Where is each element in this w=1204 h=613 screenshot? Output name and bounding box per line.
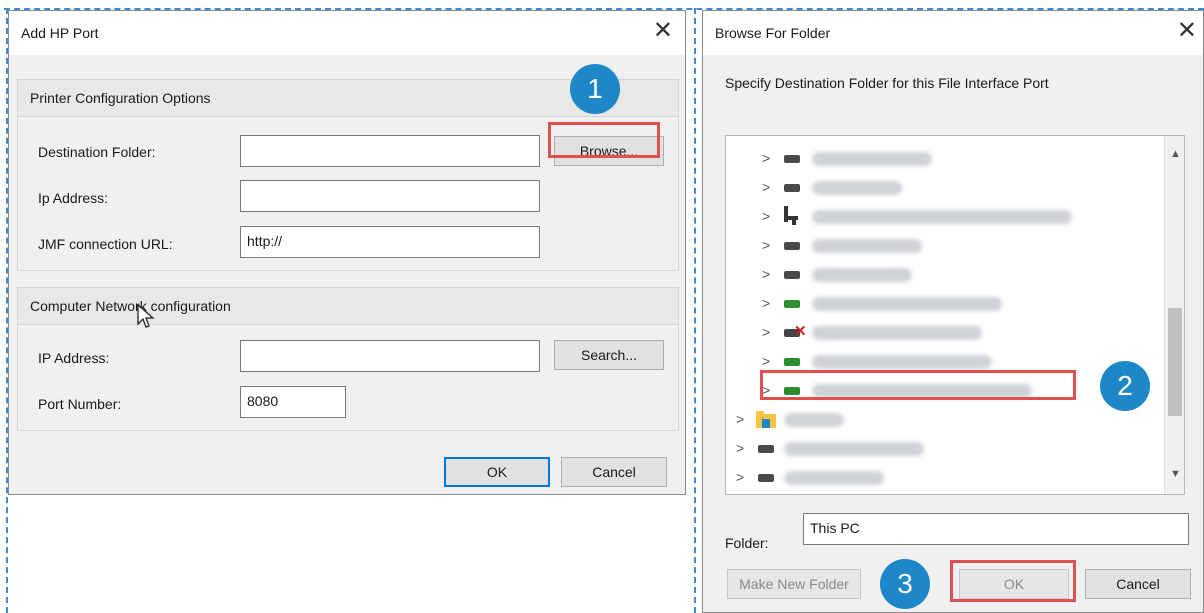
- drive-icon: [784, 271, 800, 279]
- tree-item[interactable]: >: [726, 206, 1146, 228]
- titlebar: Add HP Port ✕: [9, 11, 685, 55]
- chevron-right-icon[interactable]: >: [762, 295, 770, 311]
- make-new-folder-button[interactable]: Make New Folder: [727, 569, 861, 599]
- search-button[interactable]: Search...: [554, 340, 664, 370]
- instruction-text: Specify Destination Folder for this File…: [725, 75, 1049, 91]
- destination-folder-label: Destination Folder:: [38, 144, 156, 160]
- destination-folder-input[interactable]: [240, 135, 540, 167]
- dialog-title: Browse For Folder: [715, 25, 831, 41]
- blurred-label: [784, 471, 884, 485]
- tree-item[interactable]: >: [726, 438, 1146, 460]
- drive-icon: [758, 474, 774, 482]
- blurred-label: [784, 442, 924, 456]
- ip-address-input[interactable]: [240, 180, 540, 212]
- dashed-guide-middle: [694, 8, 696, 613]
- blurred-label: [812, 355, 992, 369]
- port-number-input[interactable]: 8080: [240, 386, 346, 418]
- tree-item[interactable]: >: [726, 148, 1146, 170]
- chevron-right-icon[interactable]: >: [736, 469, 744, 485]
- tree-item[interactable]: >: [726, 293, 1146, 315]
- dialog-title: Add HP Port: [21, 25, 99, 41]
- selected-folder-highlight: [760, 370, 1076, 400]
- step-badge-3: 3: [880, 559, 930, 609]
- cancel-button[interactable]: Cancel: [561, 457, 667, 487]
- drive-icon: [784, 155, 800, 163]
- cancel-button[interactable]: Cancel: [1085, 569, 1191, 599]
- step-badge-1: 1: [570, 64, 620, 114]
- chevron-right-icon[interactable]: >: [736, 411, 744, 427]
- step-badge-2: 2: [1100, 361, 1150, 411]
- chevron-right-icon[interactable]: >: [762, 266, 770, 282]
- folder-icon: [756, 411, 776, 428]
- blurred-label: [812, 326, 982, 340]
- browse-highlight: [548, 122, 660, 158]
- network-config-group: Computer Network configuration IP Addres…: [17, 287, 679, 431]
- mouse-cursor-icon: [137, 304, 155, 328]
- scrollbar-thumb[interactable]: [1168, 308, 1182, 416]
- ok-highlight: [950, 560, 1076, 602]
- close-icon[interactable]: ✕: [1177, 19, 1197, 43]
- blurred-label: [812, 152, 932, 166]
- port-number-label: Port Number:: [38, 396, 122, 412]
- ip-address-2-label: IP Address:: [38, 350, 110, 366]
- titlebar: Browse For Folder ✕: [703, 11, 1203, 55]
- tree-item[interactable]: > ✕: [726, 322, 1146, 344]
- usb-device-icon: [784, 206, 798, 225]
- ok-button[interactable]: OK: [444, 457, 550, 487]
- chevron-right-icon[interactable]: >: [762, 179, 770, 195]
- blurred-label: [812, 239, 922, 253]
- tree-item[interactable]: >: [726, 409, 1146, 431]
- vertical-scrollbar[interactable]: ▲ ▼: [1164, 136, 1184, 494]
- drive-icon: [758, 445, 774, 453]
- chevron-right-icon[interactable]: >: [762, 353, 770, 369]
- network-drive-icon: [784, 358, 800, 366]
- drive-icon: [784, 242, 800, 250]
- jmf-url-label: JMF connection URL:: [38, 236, 173, 252]
- close-icon[interactable]: ✕: [653, 19, 673, 43]
- error-x-icon: ✕: [794, 323, 807, 340]
- folder-label: Folder:: [725, 535, 769, 551]
- jmf-url-input[interactable]: http://: [240, 226, 540, 258]
- browse-for-folder-dialog: Browse For Folder ✕ Specify Destination …: [702, 10, 1204, 613]
- blurred-label: [812, 181, 902, 195]
- tree-item[interactable]: >: [726, 467, 1146, 489]
- drive-icon: [784, 184, 800, 192]
- tree-item[interactable]: >: [726, 177, 1146, 199]
- chevron-right-icon[interactable]: >: [762, 208, 770, 224]
- scroll-up-icon[interactable]: ▲: [1170, 148, 1181, 160]
- group-title-text: Computer Network configuration: [30, 298, 231, 314]
- blurred-label: [812, 297, 1002, 311]
- ip-address-2-input[interactable]: [240, 340, 540, 372]
- scroll-down-icon[interactable]: ▼: [1170, 468, 1181, 480]
- group-title-text: Printer Configuration Options: [30, 90, 211, 106]
- group-title: Computer Network configuration: [18, 288, 678, 325]
- tree-item[interactable]: >: [726, 264, 1146, 286]
- ip-address-label: Ip Address:: [38, 190, 109, 206]
- blurred-label: [812, 210, 1072, 224]
- chevron-right-icon[interactable]: >: [762, 150, 770, 166]
- folder-input[interactable]: This PC: [803, 513, 1189, 545]
- tree-item[interactable]: >: [726, 235, 1146, 257]
- chevron-right-icon[interactable]: >: [762, 237, 770, 253]
- blurred-label: [812, 268, 912, 282]
- folder-tree[interactable]: > > > > > > > ✕ > > > > > ▲ ▼: [725, 135, 1185, 495]
- blurred-label: [784, 413, 844, 427]
- chevron-right-icon[interactable]: >: [762, 324, 770, 340]
- network-drive-icon: [784, 300, 800, 308]
- chevron-right-icon[interactable]: >: [736, 440, 744, 456]
